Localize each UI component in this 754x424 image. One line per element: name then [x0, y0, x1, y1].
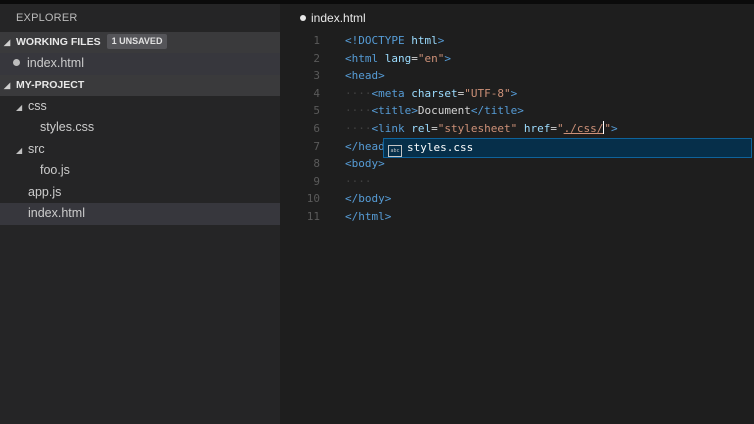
- file-icon: abc: [388, 145, 402, 157]
- code-line: 6 ····<link rel="stylesheet" href="./css/…: [280, 120, 754, 138]
- unsaved-dot-icon: [13, 59, 20, 66]
- tab-label: index.html: [311, 11, 366, 25]
- collapse-arrow-icon: ◢: [4, 38, 11, 47]
- line-number: 11: [306, 209, 320, 223]
- tree-folder-css[interactable]: ◢ css: [0, 96, 280, 118]
- line-content: <!DOCTYPE html>: [345, 34, 445, 47]
- line-content: ····: [345, 174, 372, 188]
- code-line: 4 ····<meta charset="UTF-8">: [280, 85, 754, 103]
- tree-file-app-js[interactable]: app.js: [0, 182, 280, 204]
- line-number: 4: [313, 86, 320, 100]
- code-line: 3 <head>: [280, 67, 754, 85]
- code-line: 11 </html>: [280, 208, 754, 226]
- explorer-title: EXPLORER: [16, 12, 78, 24]
- tree-folder-src[interactable]: ◢ src: [0, 139, 280, 161]
- line-number: 9: [313, 174, 320, 188]
- line-number: 8: [313, 157, 320, 171]
- line-number: 1: [313, 34, 320, 47]
- line-content: </body>: [345, 192, 392, 206]
- explorer-sidebar: EXPLORER ◢ WORKING FILES 1 UNSAVED index.h…: [0, 4, 280, 424]
- line-number: 7: [313, 139, 320, 153]
- line-content: <body>: [345, 157, 385, 171]
- code-line: 9 ····: [280, 173, 754, 191]
- working-file-index-html[interactable]: index.html: [0, 53, 280, 75]
- code-area[interactable]: 1 <!DOCTYPE html> 2 <html lang="en"> 3 <hea…: [280, 32, 754, 226]
- collapse-arrow-icon: ◢: [4, 80, 11, 90]
- code-line: 5 ····<title>Document</title>: [280, 102, 754, 120]
- working-files-header[interactable]: ◢ WORKING FILES 1 UNSAVED: [0, 32, 280, 53]
- line-number: 2: [313, 51, 320, 65]
- working-file-label: index.html: [27, 56, 84, 70]
- line-content: ····<title>Document</title>: [345, 104, 524, 118]
- tree-item-label: app.js: [28, 184, 62, 199]
- line-content: ····<meta charset="UTF-8">: [345, 86, 518, 100]
- line-content: ····<link rel="stylesheet" href="./css/"…: [345, 120, 618, 135]
- tree-file-styles-css[interactable]: styles.css: [0, 117, 280, 139]
- code-line: 10 </body>: [280, 190, 754, 208]
- tree-item-label: index.html: [28, 206, 85, 220]
- folder-expanded-icon: ◢: [16, 145, 23, 155]
- tree-file-index-html[interactable]: index.html: [0, 203, 280, 225]
- editor-tab-index-html[interactable]: index.html: [280, 4, 754, 32]
- editor-pane[interactable]: index.html 1 <!DOCTYPE html> 2 <html lang=…: [280, 4, 754, 424]
- unsaved-dot-icon: [300, 15, 306, 21]
- autocomplete-suggestion[interactable]: abc styles.css: [383, 138, 752, 158]
- tree-item-label: src: [28, 141, 45, 156]
- line-content: </html>: [345, 209, 392, 223]
- unsaved-badge: 1 UNSAVED: [106, 34, 168, 49]
- line-number: 10: [306, 192, 320, 206]
- line-content: <html lang="en">: [345, 51, 451, 65]
- project-header[interactable]: ◢ MY-PROJECT: [0, 74, 280, 96]
- project-label: MY-PROJECT: [16, 78, 85, 91]
- tree-item-label: foo.js: [40, 163, 70, 177]
- code-line: 1 <!DOCTYPE html>: [280, 32, 754, 50]
- line-number: 5: [313, 104, 320, 118]
- working-files-label: WORKING FILES: [16, 36, 101, 48]
- suggestion-label: styles.css: [407, 141, 474, 154]
- code-line: 2 <html lang="en">: [280, 50, 754, 68]
- line-content: <head>: [345, 69, 385, 83]
- tree-file-foo-js[interactable]: foo.js: [0, 160, 280, 182]
- line-number: 6: [313, 121, 320, 135]
- tree-item-label: styles.css: [40, 120, 95, 134]
- tree-item-label: css: [28, 98, 47, 113]
- line-number: 3: [313, 69, 320, 83]
- folder-expanded-icon: ◢: [16, 102, 23, 112]
